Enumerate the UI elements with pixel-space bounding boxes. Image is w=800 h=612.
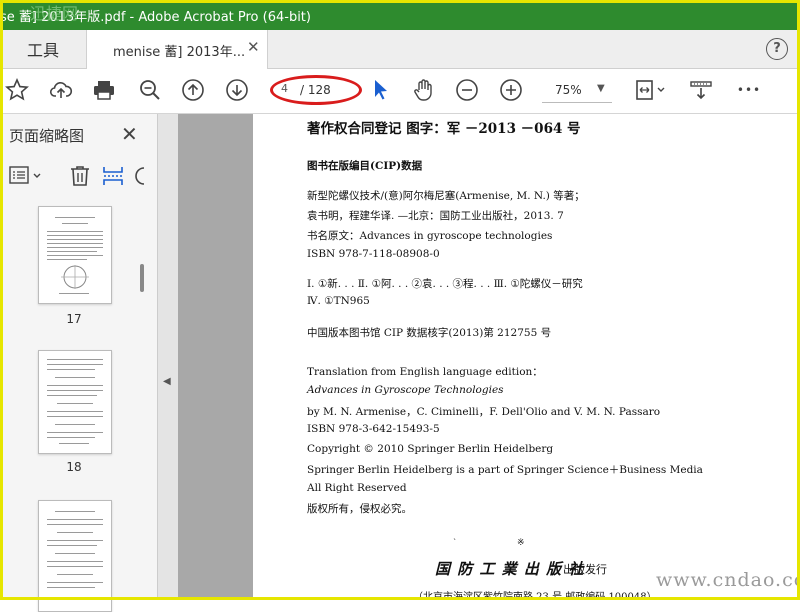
- select-pointer-icon[interactable]: [369, 78, 393, 102]
- delete-page-icon[interactable]: [68, 164, 92, 188]
- title-bar: se 蓄] 2013年版.pdf - Adobe Acrobat Pro (64…: [0, 0, 800, 30]
- translation-line: 版权所有，侵权必究。: [307, 503, 412, 515]
- cip-line: 书名原文：Advances in gyroscope technologies: [307, 230, 553, 242]
- zoom-out-icon[interactable]: [455, 78, 479, 102]
- page-thumbnail[interactable]: [38, 500, 112, 612]
- tab-bar: 工具 menise 蓄] 2013年... ✕ ?: [0, 30, 800, 69]
- scroll-mode-icon[interactable]: [689, 78, 713, 102]
- tab-document[interactable]: menise 蓄] 2013年... ✕: [86, 30, 268, 69]
- translation-line: by M. N. Armenise，C. Ciminelli，F. Dell'O…: [307, 406, 661, 418]
- insert-page-icon[interactable]: [101, 164, 125, 188]
- publisher-address: （北京市海淀区紫竹院南路 23 号 邮政编码 100048）: [413, 592, 657, 600]
- copyright-registration: 著作权合同登记 图字：军 －2013 －064 号: [307, 121, 581, 137]
- panel-divider[interactable]: ◀: [158, 114, 178, 600]
- zoom-dropdown[interactable]: 75% ▼: [542, 80, 612, 103]
- bookmark-star-icon[interactable]: [5, 78, 29, 102]
- site-watermark: 迅捷网: [30, 4, 79, 23]
- document-page: 著作权合同登记 图字：军 －2013 －064 号 图书在版编目(CIP)数据 …: [253, 114, 800, 600]
- zoom-in-icon[interactable]: [499, 78, 523, 102]
- next-page-icon[interactable]: [225, 78, 249, 102]
- thumbnail-options-icon[interactable]: [8, 164, 44, 188]
- previous-page-icon[interactable]: [181, 78, 205, 102]
- tab-tools[interactable]: 工具: [0, 30, 86, 68]
- panel-close-icon[interactable]: ✕: [121, 122, 138, 146]
- classification-line: Ⅰ. ①新. . . Ⅱ. ①阿. . . ②袁. . . ③程. . . Ⅲ.…: [307, 278, 583, 290]
- page-thumbnail[interactable]: [38, 206, 112, 304]
- cip-line: ISBN 978-7-118-08908-0: [307, 248, 440, 260]
- collapse-panel-icon[interactable]: ◀: [163, 376, 171, 387]
- red-highlight-ellipse: [270, 75, 362, 105]
- classification-line: Ⅳ. ①TN965: [307, 295, 370, 307]
- cloud-upload-icon[interactable]: [49, 78, 73, 102]
- zoom-value: 75%: [555, 83, 582, 97]
- page-fit-icon[interactable]: [634, 78, 670, 102]
- panel-toolbar: [0, 158, 157, 194]
- cip-title: 图书在版编目(CIP)数据: [307, 160, 423, 172]
- site-watermark-bottom: www.cndao.com: [656, 569, 800, 591]
- thumbnails-panel: 页面缩略图 ✕ 17 18: [0, 114, 158, 612]
- translation-line: Advances in Gyroscope Technologies: [307, 384, 504, 396]
- translation-line: Springer Berlin Heidelberg is a part of …: [307, 464, 703, 476]
- translation-line: All Right Reserved: [307, 482, 407, 494]
- cip-line: 新型陀螺仪技术/(意)阿尔梅尼塞(Armenise, M. N.) 等著；: [307, 190, 585, 202]
- thumbnail-page-number: 17: [66, 312, 82, 326]
- panel-title: 页面缩略图: [9, 127, 85, 145]
- cip-data-number: 中国版本图书馆 CIP 数据核字(2013)第 212755 号: [307, 327, 552, 339]
- document-background: [178, 114, 253, 600]
- zoom-underline: [542, 102, 612, 103]
- tab-document-label: menise 蓄] 2013年...: [113, 45, 246, 60]
- cip-line: 袁书明，程建华译. —北京：国防工业出版社，2013. 7: [307, 210, 564, 222]
- main-toolbar: •••: [0, 69, 800, 114]
- translation-line: Copyright © 2010 Springer Berlin Heidelb…: [307, 443, 554, 455]
- tab-close-icon[interactable]: ✕: [247, 38, 260, 56]
- page-thumbnail[interactable]: [38, 350, 112, 454]
- more-tools-icon[interactable]: •••: [736, 78, 762, 102]
- translation-line: ISBN 978-3-642-15493-5: [307, 423, 440, 435]
- help-icon[interactable]: ?: [766, 38, 788, 60]
- panel-scrollbar[interactable]: [140, 264, 144, 292]
- publisher-suffix: 出版发行: [563, 563, 607, 576]
- print-icon[interactable]: [92, 78, 116, 102]
- translation-line: Translation from English language editio…: [307, 366, 543, 378]
- hand-tool-icon[interactable]: [411, 78, 435, 102]
- zoom-out-search-icon[interactable]: [138, 78, 162, 102]
- thumbnail-page-number: 18: [66, 460, 82, 474]
- rotate-page-icon[interactable]: [134, 164, 148, 188]
- chevron-down-icon: ▼: [597, 83, 605, 94]
- publisher-logo-text: 国 防 工 業 出 版 社: [435, 560, 585, 578]
